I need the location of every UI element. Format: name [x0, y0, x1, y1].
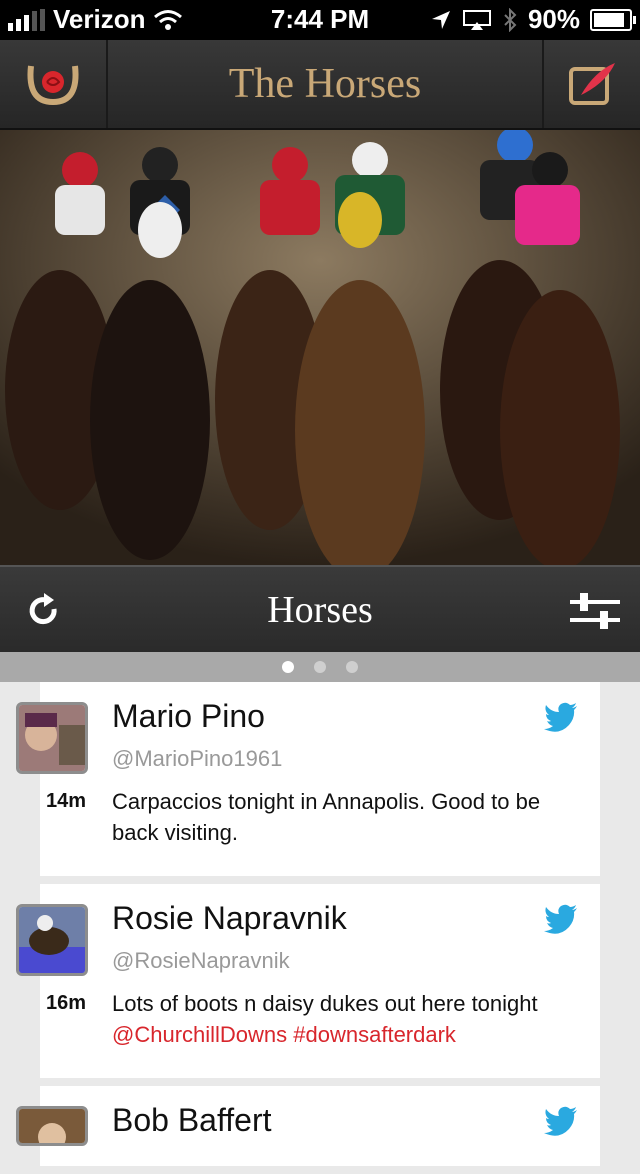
twitter-bird-icon [544, 702, 577, 732]
tweet-text: Lots of boots n daisy dukes out here ton… [112, 988, 572, 1050]
hero-illustration [0, 130, 640, 565]
tweet-card[interactable]: Mario Pino @MarioPino1961 14m Carpaccios… [16, 682, 600, 876]
app-title: The Horses [228, 61, 422, 107]
horseshoe-rose-icon [27, 65, 79, 106]
tweet-timestamp: 16m [46, 992, 87, 1014]
page-dot-3[interactable] [346, 661, 358, 673]
feed-header: Horses [0, 565, 640, 654]
nav-bar: The Horses [0, 40, 640, 130]
tweet-card[interactable]: Rosie Napravnik @RosieNapravnik 16m Lots… [16, 884, 600, 1078]
tweet-feed[interactable]: Mario Pino @MarioPino1961 14m Carpaccios… [16, 682, 600, 1174]
avatar[interactable] [16, 904, 88, 976]
feed-title: Horses [267, 589, 373, 631]
location-arrow-icon [431, 10, 450, 29]
tweet-author-name[interactable]: Rosie Napravnik [112, 900, 347, 937]
battery-icon [590, 8, 636, 31]
compose-button[interactable] [542, 40, 640, 128]
page-dot-2[interactable] [314, 661, 326, 673]
page-dot-1[interactable] [282, 661, 294, 673]
tweet-timestamp: 14m [46, 790, 87, 812]
page-indicator[interactable] [0, 652, 640, 682]
logo-button[interactable] [0, 40, 108, 128]
tweet-body: Lots of boots n daisy dukes out here ton… [112, 991, 538, 1016]
tweet-card[interactable]: Bob Baffert [16, 1086, 600, 1166]
status-bar: Verizon 7:44 PM 90% [0, 0, 640, 40]
battery-percent: 90% [527, 4, 580, 34]
tweet-text: Carpaccios tonight in Annapolis. Good to… [112, 786, 572, 848]
avatar[interactable] [16, 702, 88, 774]
tweet-author-handle[interactable]: @MarioPino1961 [112, 746, 282, 772]
airplay-icon [462, 9, 491, 30]
avatar[interactable] [16, 1106, 88, 1146]
tweet-link[interactable]: @ChurchillDowns #downsafterdark [112, 1022, 456, 1047]
tweet-author-name[interactable]: Bob Baffert [112, 1102, 272, 1139]
tweet-body: Carpaccios tonight in Annapolis. Good to… [112, 789, 541, 845]
twitter-bird-icon [544, 904, 577, 934]
compose-quill-icon [569, 63, 615, 105]
bluetooth-icon [504, 7, 517, 32]
racing-horses-photo [0, 130, 640, 565]
tweet-author-handle[interactable]: @RosieNapravnik [112, 948, 290, 974]
tweet-author-name[interactable]: Mario Pino [112, 698, 265, 735]
twitter-bird-icon [544, 1106, 577, 1136]
sliders-icon[interactable] [570, 591, 620, 631]
